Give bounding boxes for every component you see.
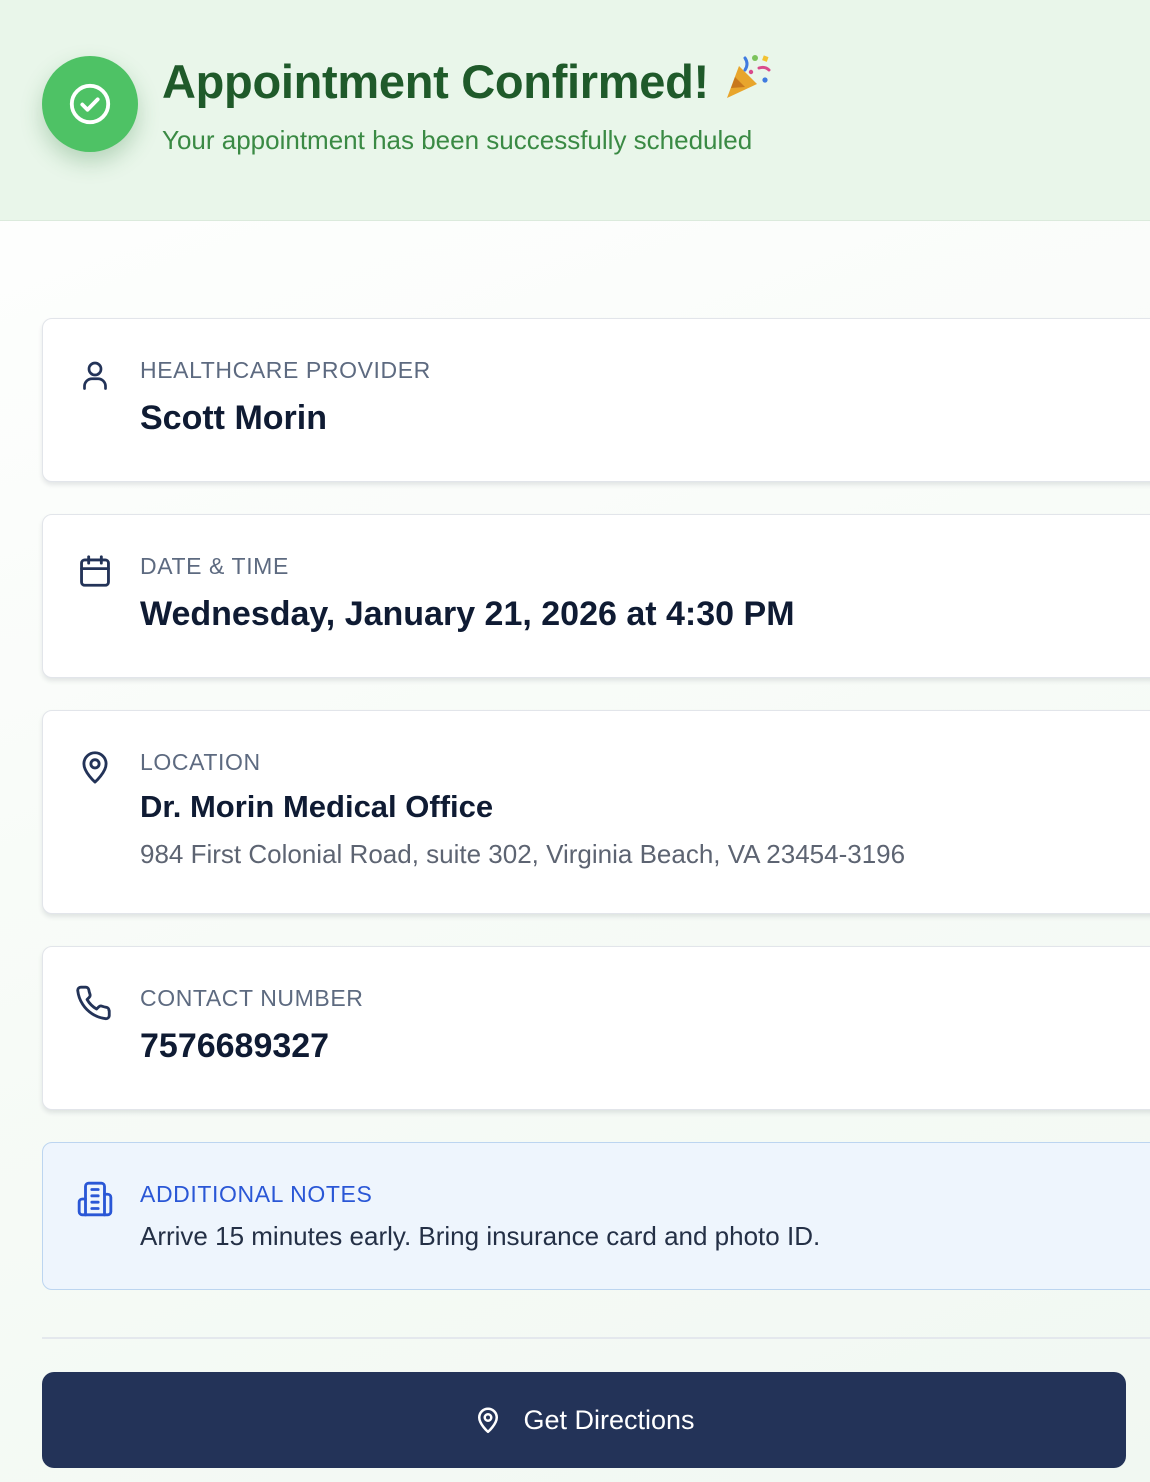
location-label: LOCATION [140, 749, 261, 775]
provider-name: Scott Morin [140, 399, 327, 437]
location-address: 984 First Colonial Road, suite 302, Virg… [140, 839, 906, 869]
provider-label: HEALTHCARE PROVIDER [140, 357, 431, 383]
page-subtitle: Your appointment has been successfully s… [162, 125, 753, 155]
page-title: Appointment Confirmed! [162, 50, 773, 113]
provider-card: HEALTHCARE PROVIDER Scott Morin [42, 318, 1150, 482]
get-directions-button[interactable]: Get Directions [42, 1372, 1126, 1468]
contact-label: CONTACT NUMBER [140, 985, 364, 1011]
page-title-text: Appointment Confirmed! [162, 55, 709, 108]
phone-icon [75, 983, 115, 1023]
map-pin-icon [478, 1407, 499, 1434]
contact-number[interactable]: 7576689327 [140, 1027, 329, 1066]
location-name: Dr. Morin Medical Office [140, 789, 494, 824]
datetime-card: DATE & TIME Wednesday, January 21, 2026 … [42, 514, 1150, 678]
notes-card: ADDITIONAL NOTES Arrive 15 minutes early… [42, 1142, 1150, 1290]
contact-card: CONTACT NUMBER 7576689327 [42, 946, 1150, 1110]
notes-label: ADDITIONAL NOTES [140, 1181, 373, 1207]
success-check-icon [42, 56, 138, 152]
party-popper-icon [721, 50, 773, 113]
calendar-icon [75, 551, 115, 591]
datetime-label: DATE & TIME [140, 553, 289, 579]
location-card: LOCATION Dr. Morin Medical Office 984 Fi… [42, 710, 1150, 914]
get-directions-label: Get Directions [523, 1404, 695, 1435]
user-icon [75, 355, 115, 395]
confirmation-header: Appointment Confirmed! Your appointment … [0, 0, 1150, 221]
map-pin-icon [75, 747, 115, 787]
datetime-value: Wednesday, January 21, 2026 at 4:30 PM [140, 595, 795, 633]
building-icon [75, 1179, 115, 1219]
section-divider [42, 1337, 1150, 1339]
notes-text: Arrive 15 minutes early. Bring insurance… [140, 1221, 821, 1251]
